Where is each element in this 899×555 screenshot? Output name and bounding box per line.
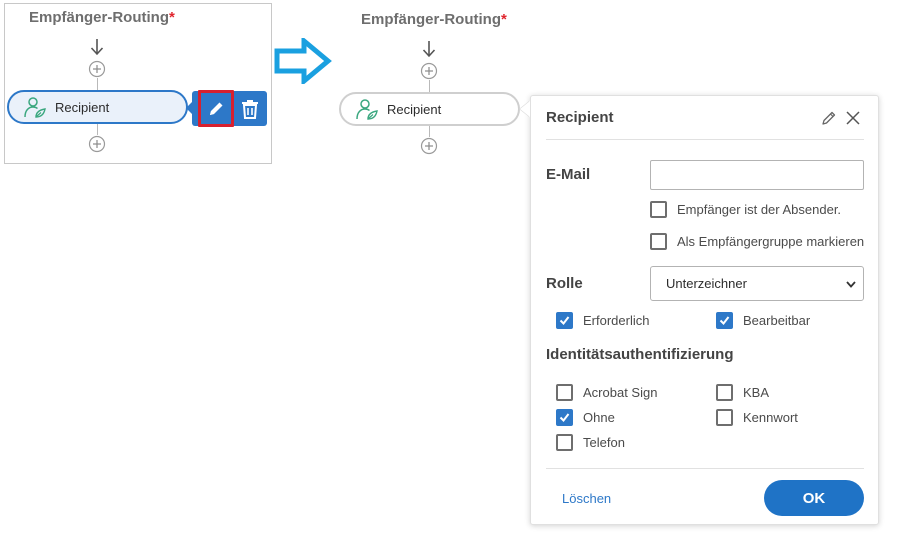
auth-option-kba[interactable]: KBA	[716, 384, 769, 401]
required-marker: *	[501, 11, 507, 28]
checkbox-label: KBA	[743, 385, 770, 400]
signer-person-icon	[24, 97, 46, 118]
checkbox-editable[interactable]: Bearbeitbar	[716, 312, 810, 329]
add-step-after-icon[interactable]	[88, 135, 106, 153]
checkbox-label: Acrobat Sign	[583, 385, 658, 400]
checkbox-box[interactable]	[650, 201, 667, 218]
checkbox-label: Bearbeitbar	[743, 313, 811, 328]
checkbox-box[interactable]	[650, 233, 667, 250]
checkmark-icon	[559, 413, 570, 423]
pencil-icon	[210, 102, 223, 115]
checkmark-icon	[559, 316, 570, 326]
ok-button[interactable]: OK	[764, 480, 864, 516]
checkbox-label: Ohne	[583, 410, 615, 425]
recipient-node-selected[interactable]: Recipient	[7, 90, 188, 124]
routing-panel-before	[4, 3, 272, 164]
pencil-icon[interactable]	[821, 110, 837, 126]
checkbox-label: Als Empfängergruppe markieren	[677, 234, 865, 249]
email-field[interactable]	[650, 160, 864, 190]
checkbox-label: Kennwort	[743, 410, 798, 425]
routing-title-text: Empfänger-Routing	[29, 9, 169, 26]
divider	[546, 139, 864, 140]
email-label: E-Mail	[546, 166, 591, 183]
popover-title: Recipient	[546, 109, 614, 126]
recipient-node-label: Recipient	[387, 101, 442, 117]
connector-line	[429, 126, 430, 137]
role-selected-value: Unterzeichner	[666, 276, 747, 291]
recipient-node-label: Recipient	[55, 99, 110, 115]
trash-icon	[242, 100, 258, 119]
delete-link[interactable]: Löschen	[562, 491, 611, 506]
checkbox-label: Empfänger ist der Absender.	[677, 202, 842, 217]
divider	[546, 468, 864, 469]
down-arrow-icon	[422, 41, 436, 58]
down-arrow-icon	[90, 39, 104, 56]
add-step-before-icon[interactable]	[88, 60, 106, 78]
checkbox-box[interactable]	[716, 384, 733, 401]
routing-title-before: Empfänger-Routing*	[29, 9, 175, 26]
auth-option-password[interactable]: Kennwort	[716, 409, 798, 426]
edit-button-highlighted[interactable]	[198, 90, 234, 127]
auth-option-acrobat-sign[interactable]: Acrobat Sign	[556, 384, 657, 401]
auth-option-none[interactable]: Ohne	[556, 409, 615, 426]
transition-arrow-icon	[274, 38, 332, 84]
checkbox-box[interactable]	[556, 384, 573, 401]
checkbox-required[interactable]: Erforderlich	[556, 312, 649, 329]
checkbox-box-checked[interactable]	[716, 312, 733, 329]
checkbox-box[interactable]	[556, 434, 573, 451]
recipient-node[interactable]: Recipient	[339, 92, 520, 126]
checkmark-icon	[719, 316, 730, 326]
role-select[interactable]: Unterzeichner	[650, 266, 864, 301]
chevron-down-icon	[846, 281, 856, 288]
recipient-settings-popover: Recipient E-Mail Empfänger ist der Absen…	[530, 95, 879, 525]
close-icon[interactable]	[845, 110, 861, 126]
add-step-before-icon[interactable]	[420, 62, 438, 80]
connector-line	[97, 124, 98, 135]
required-marker: *	[169, 9, 175, 26]
checkbox-box-checked[interactable]	[556, 312, 573, 329]
routing-title-after: Empfänger-Routing*	[361, 11, 507, 28]
checkbox-recipient-group[interactable]: Als Empfängergruppe markieren	[650, 233, 864, 250]
add-step-after-icon[interactable]	[420, 137, 438, 155]
auth-option-phone[interactable]: Telefon	[556, 434, 625, 451]
checkbox-box[interactable]	[716, 409, 733, 426]
signer-person-icon	[356, 99, 378, 120]
checkbox-box-checked[interactable]	[556, 409, 573, 426]
identity-auth-label: Identitätsauthentifizierung	[546, 346, 734, 363]
checkbox-label: Telefon	[583, 435, 625, 450]
popover-pointer	[520, 101, 530, 117]
role-label: Rolle	[546, 275, 583, 292]
checkbox-sender-is-recipient[interactable]: Empfänger ist der Absender.	[650, 201, 841, 218]
routing-title-text: Empfänger-Routing	[361, 11, 501, 28]
checkbox-label: Erforderlich	[583, 313, 650, 328]
delete-node-button[interactable]	[238, 97, 262, 121]
